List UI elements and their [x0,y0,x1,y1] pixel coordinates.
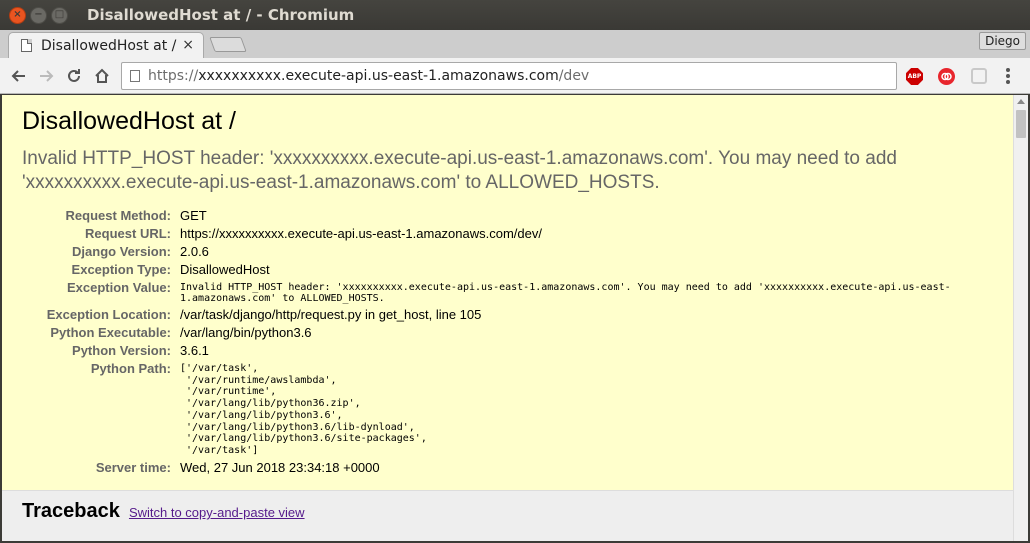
forward-arrow-icon[interactable] [34,64,58,88]
extension-red-icon[interactable] [938,68,955,85]
scroll-thumb[interactable] [1016,110,1026,138]
meta-row: Request Method: GET [22,206,970,224]
meta-value: 3.6.1 [180,343,209,358]
url-host: xxxxxxxxxx.execute-api.us-east-1.amazona… [198,68,559,84]
meta-label: Server time: [95,459,171,475]
meta-value: Wed, 27 Jun 2018 23:34:18 +0000 [180,459,380,475]
scroll-up-arrow-icon[interactable] [1017,99,1025,104]
tab-strip: DisallowedHost at / × Diego [0,30,1030,58]
window-minimize-button[interactable]: − [30,6,47,24]
page-icon [130,70,140,82]
address-bar[interactable]: https://xxxxxxxxxx.execute-api.us-east-1… [121,62,897,90]
meta-label: Exception Location: [46,307,171,322]
traceback-section: Traceback Switch to copy-and-paste view [2,491,1013,541]
meta-row: Exception Value: Invalid HTTP_HOST header… [22,278,970,305]
meta-value: ['/var/task', '/var/runtime/awslambda', … [180,363,427,456]
meta-value: https://xxxxxxxxxx.execute-api.us-east-1… [180,226,542,241]
meta-value: 2.0.6 [180,244,209,259]
window-titlebar: × − □ DisallowedHost at / - Chromium [0,0,1030,30]
page-favicon-icon [21,39,32,52]
meta-row: Python Path: ['/var/task', '/var/runtime/… [22,359,970,458]
meta-value: Invalid HTTP_HOST header: 'xxxxxxxxxx.ex… [180,282,951,304]
meta-row: Django Version: 2.0.6 [22,242,970,260]
page-viewport: DisallowedHost at / Invalid HTTP_HOST he… [0,95,1030,543]
traceback-title: Traceback [22,500,120,522]
meta-row: Request URL: https://xxxxxxxxxx.execute-a… [22,224,970,242]
url-scheme: https:// [148,68,199,84]
url-path: /dev [558,68,590,84]
meta-value: /var/task/django/http/request.py in get_… [180,307,482,322]
tab-close-icon[interactable]: × [182,37,194,53]
extension-gray-icon[interactable] [971,68,987,84]
copy-paste-view-link[interactable]: Switch to copy-and-paste view [129,505,305,520]
kebab-menu-icon[interactable] [1006,68,1010,84]
meta-label: Request Method: [65,208,171,223]
meta-label: Python Version: [72,343,171,358]
meta-row: Exception Location: /var/task/django/http… [22,305,970,323]
meta-row: Python Executable: /var/lang/bin/python3.… [22,323,970,341]
meta-row: Python Version: 3.6.1 [22,341,970,359]
tab-title: DisallowedHost at / [41,37,177,54]
window-title: DisallowedHost at / - Chromium [87,6,355,24]
meta-label: Python Path: [90,361,171,376]
request-meta-table: Request Method: GET Request URL: https://xx… [22,206,970,476]
meta-label: Exception Type: [71,262,171,277]
meta-value: /var/lang/bin/python3.6 [180,325,312,340]
address-url[interactable]: https://xxxxxxxxxx.execute-api.us-east-1… [148,68,589,84]
new-tab-button[interactable] [209,37,247,52]
meta-value: GET [180,208,207,223]
window-controls: × − □ [9,6,68,24]
profile-button[interactable]: Diego [979,32,1026,50]
meta-row: Exception Type: DisallowedHost [22,260,970,278]
meta-label: Request URL: [85,226,171,241]
browser-toolbar: https://xxxxxxxxxx.execute-api.us-east-1… [0,58,1030,94]
error-summary: DisallowedHost at / Invalid HTTP_HOST he… [2,95,1013,491]
meta-label: Exception Value: [66,280,171,295]
adblock-plus-icon[interactable]: ABP [906,68,923,85]
meta-label: Python Executable: [50,325,171,340]
meta-value: DisallowedHost [180,262,270,277]
reload-icon[interactable] [62,64,86,88]
meta-label: Django Version: [72,244,171,259]
back-arrow-icon[interactable] [7,64,31,88]
window-maximize-button[interactable]: □ [51,6,68,24]
home-icon[interactable] [90,64,114,88]
meta-row: Server time: Wed, 27 Jun 2018 23:34:18 +0… [22,458,970,476]
page-title: DisallowedHost at / [22,107,236,135]
vertical-scrollbar[interactable] [1013,95,1028,541]
window-close-button[interactable]: × [9,6,26,24]
exception-message: Invalid HTTP_HOST header: 'xxxxxxxxxx.ex… [22,148,897,193]
tab-active[interactable]: DisallowedHost at / × [8,32,204,58]
